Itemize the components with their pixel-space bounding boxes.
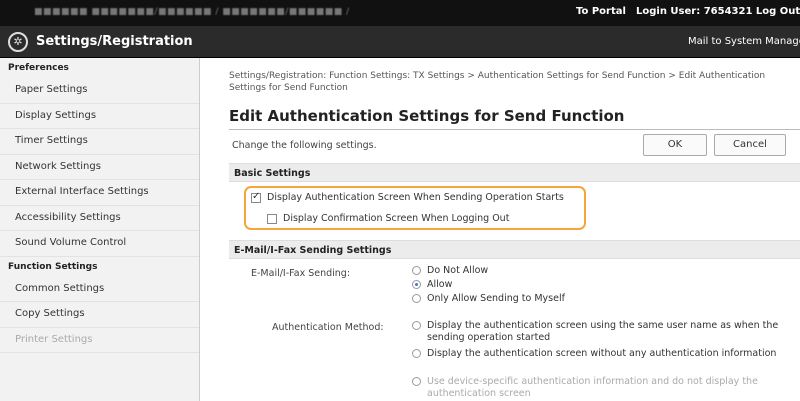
display-confirm-screen-option[interactable]: Display Confirmation Screen When Logging… [267,213,509,224]
auth-option-no-info[interactable]: Display the authentication screen withou… [412,348,787,360]
section-header-email-ifax-sending: E-Mail/I-Fax Sending Settings [229,240,800,259]
sidebar-item-accessibility-settings[interactable]: Accessibility Settings [0,206,199,231]
section-header-basic-settings: Basic Settings [229,163,800,182]
radio-label: Do Not Allow [427,265,489,276]
sidebar-item-sound-volume-control[interactable]: Sound Volume Control [0,231,199,257]
email-sending-label: E-Mail/I-Fax Sending: [251,268,351,279]
login-user-status[interactable]: Login User: 7654321 Log Out [636,6,800,17]
settings-logo-icon: ✲ [8,32,28,52]
display-confirm-screen-label: Display Confirmation Screen When Logging… [283,213,510,224]
page-title: Edit Authentication Settings for Send Fu… [229,107,625,125]
radio-label: Only Allow Sending to Myself [427,293,565,304]
radio-label: Use device-specific authentication infor… [427,376,758,399]
auth-option-device-specific[interactable]: Use device-specific authentication infor… [412,376,787,400]
display-auth-screen-option[interactable]: Display Authentication Screen When Sendi… [251,191,564,203]
radio-button[interactable] [412,294,421,303]
sidebar-item-external-interface-settings[interactable]: External Interface Settings [0,180,199,206]
url-path: ■■■■■■ ■■■■■■■/■■■■■■ / ■■■■■■■/■■■■■■ / [34,7,350,17]
title-divider [229,129,800,130]
instruction-text: Change the following settings. [232,140,377,151]
breadcrumb[interactable]: Settings/Registration: Function Settings… [229,70,799,94]
radio-label: Allow [427,279,453,290]
sidebar-item-paper-settings[interactable]: Paper Settings [0,78,199,104]
radio-label: Display the authentication screen using … [427,320,779,343]
sidebar-item-display-settings[interactable]: Display Settings [0,104,199,129]
email-option-do-not-allow[interactable]: Do Not Allow [412,265,488,277]
sidebar-item-network-settings[interactable]: Network Settings [0,155,199,180]
radio-button[interactable] [412,349,421,358]
to-portal-link[interactable]: To Portal [576,6,626,17]
app-title: Settings/Registration [36,34,193,49]
display-auth-screen-checkbox[interactable] [251,191,261,203]
radio-label: Display the authentication screen withou… [427,348,777,359]
app-header: ✲ Settings/Registration Mail to System M… [0,26,800,58]
mail-to-system-manager-link[interactable]: Mail to System Manager [688,36,800,47]
ok-button[interactable]: OK [643,134,707,156]
display-confirm-screen-checkbox[interactable] [267,213,277,224]
radio-button[interactable] [412,266,421,275]
top-bar: ■■■■■■ ■■■■■■■/■■■■■■ / ■■■■■■■/■■■■■■ /… [0,0,800,26]
sidebar-item-printer-settings[interactable]: Printer Settings [0,328,199,353]
sidebar-item-common-settings[interactable]: Common Settings [0,277,199,302]
auth-option-same-user[interactable]: Display the authentication screen using … [412,320,787,344]
radio-button[interactable] [412,280,421,289]
auth-method-label: Authentication Method: [272,322,384,333]
sidebar: Preferences Paper Settings Display Setti… [0,58,200,401]
sidebar-heading-preferences: Preferences [8,63,69,73]
sidebar-item-copy-settings[interactable]: Copy Settings [0,302,199,328]
email-option-allow[interactable]: Allow [412,279,452,291]
sidebar-heading-function-settings: Function Settings [8,261,98,272]
sidebar-item-timer-settings[interactable]: Timer Settings [0,129,199,155]
radio-button[interactable] [412,321,421,330]
radio-button[interactable] [412,377,421,386]
cancel-button[interactable]: Cancel [714,134,786,156]
email-option-only-myself[interactable]: Only Allow Sending to Myself [412,293,565,305]
display-auth-screen-label: Display Authentication Screen When Sendi… [267,192,564,203]
